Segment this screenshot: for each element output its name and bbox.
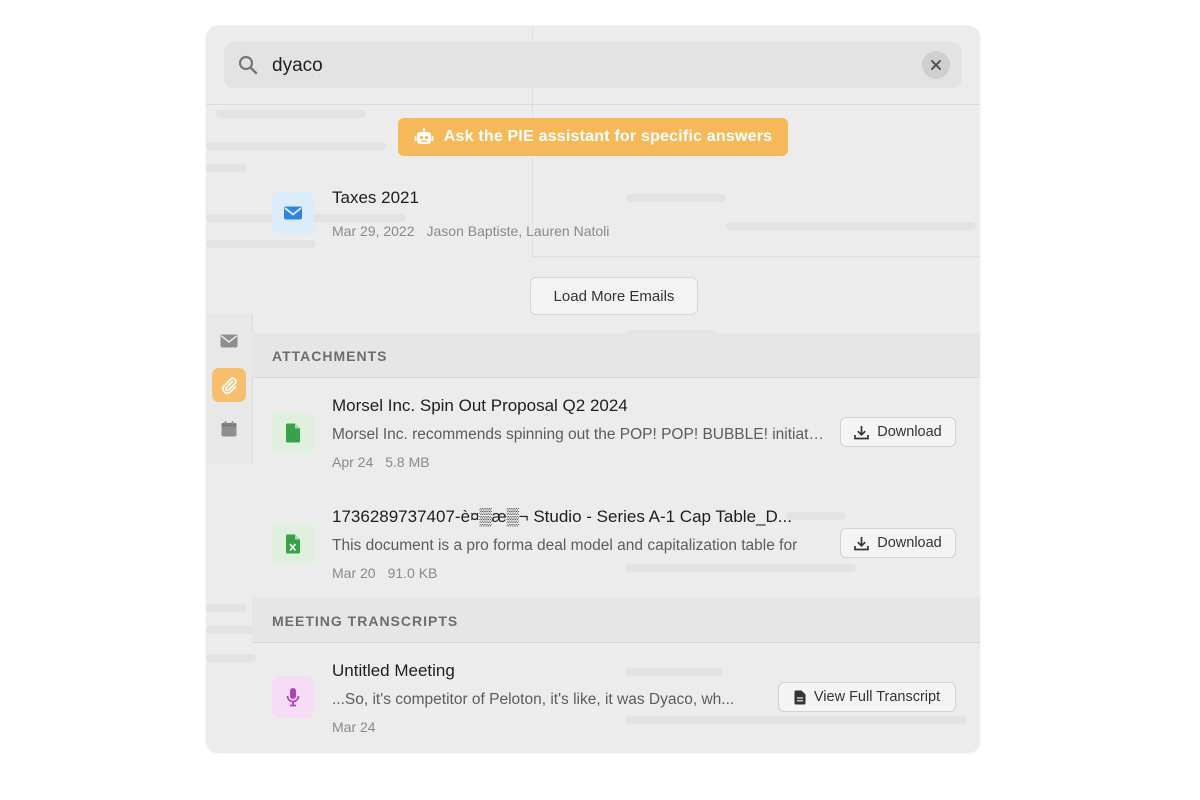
transcript-meta: Mar 24 [332, 719, 376, 735]
ask-assistant-button[interactable]: Ask the PIE assistant for specific answe… [398, 118, 788, 156]
search-input[interactable] [270, 50, 894, 82]
download-button[interactable]: Download [840, 417, 956, 447]
attachment-size: 5.8 MB [385, 454, 430, 470]
clear-search-button[interactable] [922, 51, 950, 79]
attachments-header-label: ATTACHMENTS [272, 348, 388, 364]
attachments-section-header: ATTACHMENTS [252, 333, 980, 378]
email-meta: Mar 29, 2022 Jason Baptiste, Lauren Natol… [332, 223, 609, 239]
transcripts-header-label: MEETING TRANSCRIPTS [272, 613, 459, 629]
attachment-title: 1736289737407-è¤▒æ▒¬ Studio - Series A-1… [332, 507, 792, 526]
tab-attachments[interactable] [212, 368, 246, 402]
view-transcript-label: View Full Transcript [813, 689, 941, 705]
envelope-icon [220, 334, 238, 348]
email-icon-badge [272, 192, 314, 234]
email-date: Mar 29, 2022 [332, 223, 415, 239]
search-overlay-panel: Ask the PIE assistant for specific answe… [206, 26, 980, 753]
attachment-meta: Mar 20 91.0 KB [332, 565, 437, 581]
spreadsheet-icon [286, 534, 300, 554]
document-icon [286, 423, 300, 443]
transcript-title: Untitled Meeting [332, 661, 455, 680]
download-button[interactable]: Download [840, 528, 956, 558]
category-tabs [206, 314, 253, 464]
download-label: Download [877, 424, 942, 440]
attachment-meta: Apr 24 5.8 MB [332, 454, 430, 470]
attachment-size: 91.0 KB [387, 565, 438, 581]
microphone-icon [286, 688, 300, 707]
attachment-title: Morsel Inc. Spin Out Proposal Q2 2024 [332, 396, 628, 415]
attachment-snippet: This document is a pro forma deal model … [332, 537, 798, 554]
transcript-icon-badge [272, 676, 314, 718]
transcripts-section-header: MEETING TRANSCRIPTS [252, 598, 980, 643]
envelope-icon [284, 206, 302, 220]
transcript-snippet: ...So, it's competitor of Peloton, it's … [332, 691, 735, 708]
load-more-emails-button[interactable]: Load More Emails [530, 277, 698, 315]
download-label: Download [877, 535, 942, 551]
tab-calendar[interactable] [212, 412, 246, 446]
attachment-icon-badge [272, 523, 314, 565]
download-icon [854, 425, 870, 439]
search-bar [224, 42, 962, 88]
robot-icon [414, 128, 434, 144]
document-icon [794, 690, 806, 704]
attachment-date: Apr 24 [332, 454, 374, 470]
attachment-snippet: Morsel Inc. recommends spinning out the … [332, 426, 824, 443]
email-participants: Jason Baptiste, Lauren Natoli [426, 223, 610, 239]
attachment-date: Mar 20 [332, 565, 376, 581]
assistant-label: Ask the PIE assistant for specific answe… [443, 128, 773, 145]
search-icon [238, 55, 258, 75]
calendar-icon [221, 421, 237, 437]
close-icon [931, 60, 941, 70]
tab-emails[interactable] [212, 324, 246, 358]
paperclip-icon [222, 377, 237, 394]
search-divider [206, 104, 980, 105]
email-subject: Taxes 2021 [332, 188, 419, 207]
view-transcript-button[interactable]: View Full Transcript [778, 682, 956, 712]
download-icon [854, 536, 870, 550]
attachment-icon-badge [272, 412, 314, 454]
transcript-date: Mar 24 [332, 719, 376, 735]
